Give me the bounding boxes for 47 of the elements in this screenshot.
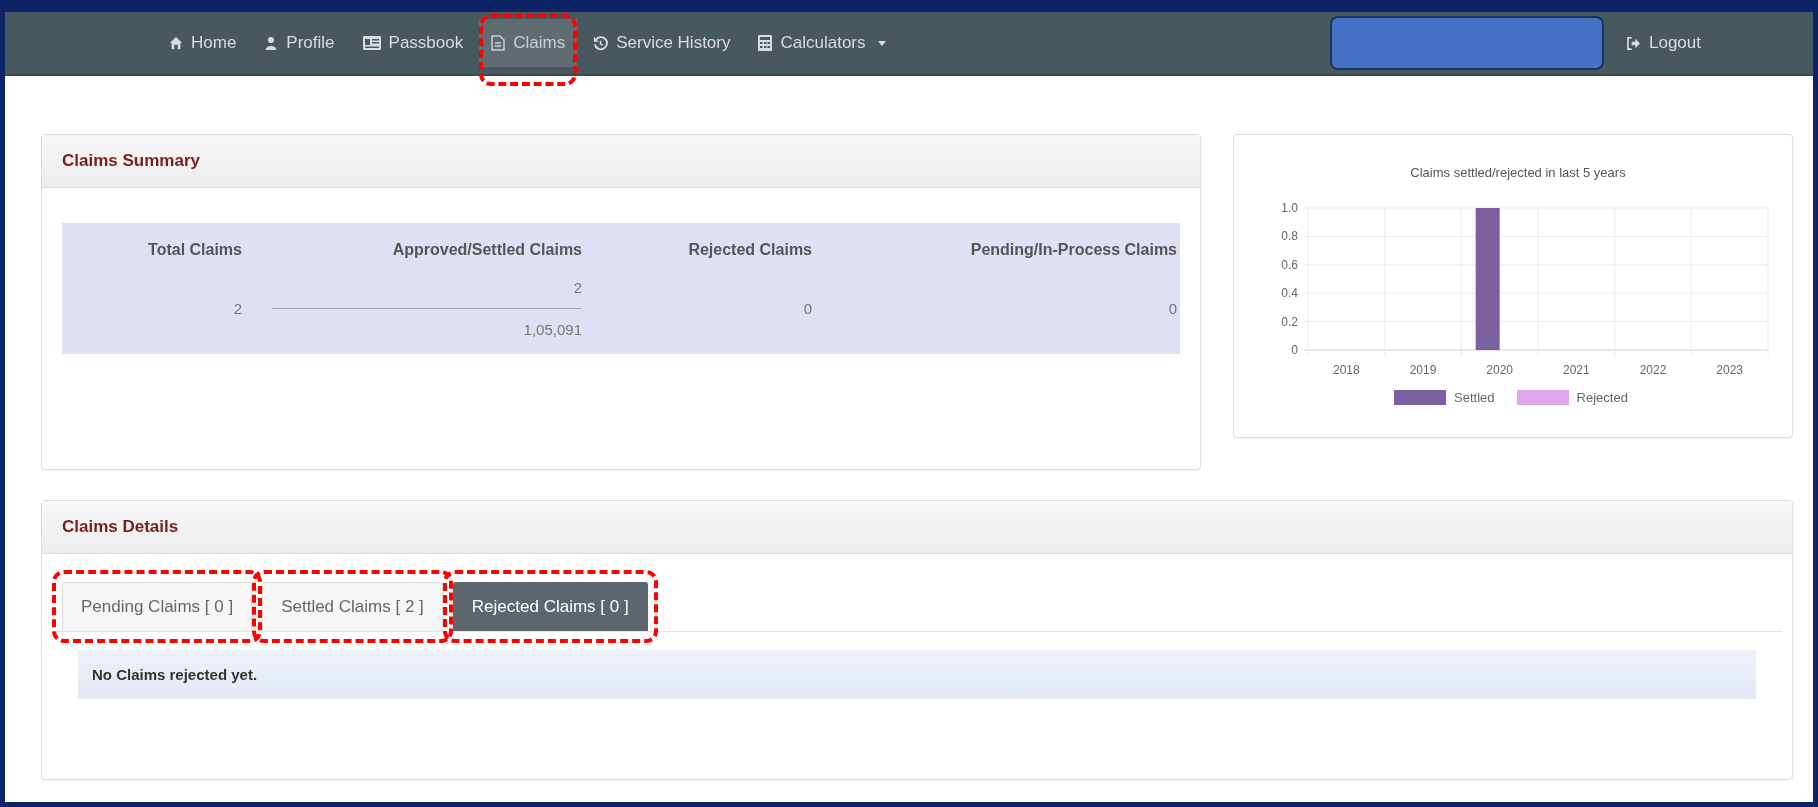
logout-link[interactable]: Logout <box>1614 19 1713 67</box>
x-tick-label: 2022 <box>1639 363 1667 377</box>
panel-title: Claims Summary <box>62 151 200 170</box>
card-icon <box>362 36 381 50</box>
claim-count: 0 <box>1168 300 1177 317</box>
x-tick-label: 2018 <box>1333 363 1360 377</box>
x-tick-label: 2019 <box>1409 363 1437 377</box>
person-icon <box>264 36 279 50</box>
column-header: Pending/In-Process Claims <box>969 241 1177 260</box>
x-tick-label: 2020 <box>1486 363 1513 377</box>
y-tick-label: 0.6 <box>1281 257 1298 272</box>
legend-swatch <box>1516 390 1569 405</box>
caret-icon <box>877 40 886 46</box>
y-tick-label: 0 <box>1291 343 1298 357</box>
x-tick-label: 2023 <box>1716 363 1743 377</box>
document-icon <box>491 35 506 51</box>
home-icon <box>169 36 183 50</box>
nav-link[interactable]: Claims <box>479 19 578 67</box>
calculator-icon <box>758 35 773 51</box>
claim-amount: 1,05,091 <box>522 321 582 338</box>
nav-link[interactable]: Profile <box>252 19 347 67</box>
panel-title: Claims Details <box>62 517 179 536</box>
nav-link[interactable]: Service History <box>581 19 743 67</box>
tab[interactable]: Rejected Claims [ 0 ] <box>452 582 648 631</box>
legend-label: Rejected <box>1576 390 1628 405</box>
nav-link[interactable]: Home <box>157 19 249 67</box>
claim-count: 2 <box>572 279 582 296</box>
chart-title: Claims settled/rejected in last 5 years <box>1410 165 1626 180</box>
y-tick-label: 0.4 <box>1281 286 1298 301</box>
info-message: No Claims rejected yet. <box>78 650 1756 699</box>
tab[interactable]: Settled Claims [ 2 ] <box>262 582 443 631</box>
tab[interactable]: Pending Claims [ 0 ] <box>62 582 253 631</box>
y-tick-label: 1.0 <box>1281 201 1298 215</box>
x-tick-label: 2021 <box>1563 363 1590 377</box>
column-header: Total Claims <box>147 241 242 260</box>
nav-link[interactable]: Calculators <box>746 19 898 67</box>
nav-link[interactable]: Passbook <box>350 19 476 67</box>
claim-count: 0 <box>803 300 812 317</box>
logout-icon <box>1626 36 1641 50</box>
legend-swatch <box>1394 390 1447 405</box>
y-tick-label: 0.2 <box>1281 314 1298 329</box>
claim-count: 2 <box>233 300 242 317</box>
y-tick-label: 0.8 <box>1281 229 1298 244</box>
history-icon <box>593 35 609 51</box>
column-header: Rejected Claims <box>687 241 812 260</box>
legend-label: Settled <box>1454 390 1495 405</box>
column-header: Approved/Settled Claims <box>391 241 582 260</box>
